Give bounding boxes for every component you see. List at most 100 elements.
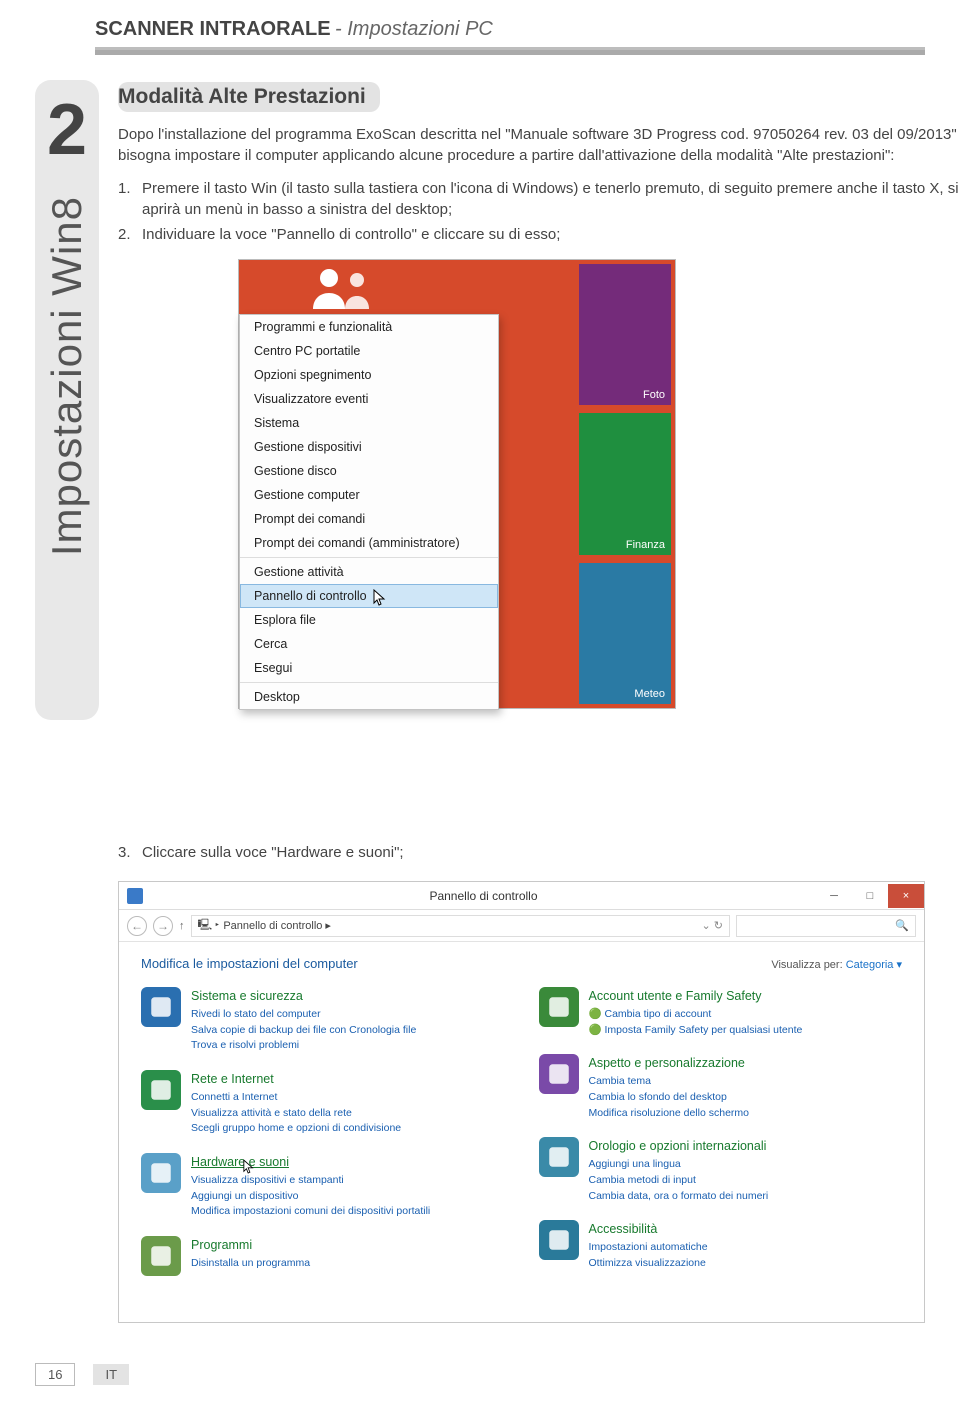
nav-up-icon[interactable]: ↑ [179, 920, 185, 932]
cp-category-title[interactable]: Orologio e opzioni internazionali [589, 1137, 769, 1156]
sidebar-tab: 2 Impostazioni Win8 [35, 80, 99, 720]
people-icon [299, 264, 389, 314]
cp-category-title[interactable]: Programmi [191, 1236, 310, 1255]
step-list-12: 1.Premere il tasto Win (il tasto sulla t… [118, 178, 960, 245]
cp-category: Rete e InternetConnetti a InternetVisual… [141, 1070, 505, 1137]
menu-gestione-disco[interactable]: Gestione disco [240, 459, 498, 483]
cp-right-column: Account utente e Family Safety🟢 Cambia t… [539, 987, 903, 1292]
tile-foto[interactable]: Foto [579, 264, 671, 405]
menu-programmi[interactable]: Programmi e funzionalità [240, 315, 498, 339]
tile-meteo[interactable]: Meteo [579, 563, 671, 704]
header-subtitle: - Impostazioni PC [335, 18, 493, 40]
control-panel-window: Pannello di controllo ─ □ × ← → ↑ 🖳 ▸Pan… [118, 881, 925, 1323]
maximize-button[interactable]: □ [852, 884, 888, 908]
cp-category-sublink[interactable]: Aggiungi un dispositivo [191, 1189, 430, 1205]
menu-desktop[interactable]: Desktop [240, 685, 498, 709]
menu-centro-pc[interactable]: Centro PC portatile [240, 339, 498, 363]
menu-prompt-comandi[interactable]: Prompt dei comandi [240, 507, 498, 531]
cp-category-sublink[interactable]: Aggiungi una lingua [589, 1157, 769, 1173]
cp-category-sublink[interactable]: Cambia metodi di input [589, 1173, 769, 1189]
cp-category-sublink[interactable]: Modifica impostazioni comuni dei disposi… [191, 1204, 430, 1220]
cp-category-sublink[interactable]: Salva copie di backup dei file con Crono… [191, 1023, 416, 1039]
cp-category-icon [539, 1137, 579, 1177]
main-content: Modalità Alte Prestazioni Dopo l'install… [118, 82, 960, 709]
menu-esegui[interactable]: Esegui [240, 656, 498, 680]
menu-sistema[interactable]: Sistema [240, 411, 498, 435]
menu-pannello-controllo-highlight[interactable]: Pannello di controllo [240, 584, 498, 608]
page-header: SCANNER INTRAORALE - Impostazioni PC [95, 18, 925, 55]
step-2: 2.Individuare la voce "Pannello di contr… [118, 224, 960, 245]
cp-body-title: Modifica le impostazioni del computer [141, 956, 358, 971]
cp-category-sublink[interactable]: 🟢 Imposta Family Safety per qualsiasi ut… [589, 1023, 803, 1039]
cp-category-icon [141, 1236, 181, 1276]
cp-category-title[interactable]: Sistema e sicurezza [191, 987, 416, 1006]
screenshot-winx-menu: Foto Finanza Meteo Programmi e funzional… [238, 259, 676, 709]
minimize-button[interactable]: ─ [816, 884, 852, 908]
cp-category-sublink[interactable]: Disinstalla un programma [191, 1256, 310, 1272]
menu-separator-1 [240, 557, 498, 558]
cp-category-icon [141, 1153, 181, 1193]
cp-category-icon [539, 987, 579, 1027]
cp-category-title[interactable]: Aspetto e personalizzazione [589, 1054, 750, 1073]
header-rule [95, 47, 925, 55]
cp-category-sublink[interactable]: Rivedi lo stato del computer [191, 1007, 416, 1023]
menu-gestione-dispositivi[interactable]: Gestione dispositivi [240, 435, 498, 459]
cp-category-sublink[interactable]: Connetti a Internet [191, 1090, 401, 1106]
cp-body-header: Modifica le impostazioni del computer Vi… [141, 956, 902, 971]
search-icon: 🔍 [895, 919, 909, 932]
menu-opzioni-spegnimento[interactable]: Opzioni spegnimento [240, 363, 498, 387]
tile-column: Foto Finanza Meteo [575, 260, 675, 708]
cp-category: ProgrammiDisinstalla un programma [141, 1236, 505, 1276]
cp-category-sublink[interactable]: Trova e risolvi problemi [191, 1038, 416, 1054]
cp-search-input[interactable]: 🔍 [736, 915, 916, 937]
cp-category-sublink[interactable]: Visualizza dispositivi e stampanti [191, 1173, 430, 1189]
cp-category-title[interactable]: Hardware e suoni [191, 1153, 430, 1172]
window-buttons: ─ □ × [816, 884, 924, 908]
cp-category-sublink[interactable]: Impostazioni automatiche [589, 1240, 708, 1256]
cp-columns: Sistema e sicurezzaRivedi lo stato del c… [141, 987, 902, 1292]
cp-category-title[interactable]: Rete e Internet [191, 1070, 401, 1089]
cp-category-sublink[interactable]: 🟢 Cambia tipo di account [589, 1007, 803, 1023]
step-list-3: 3.Cliccare sulla voce "Hardware e suoni"… [118, 842, 925, 863]
cp-category-sublink[interactable]: Cambia data, ora o formato dei numeri [589, 1189, 769, 1205]
menu-prompt-admin[interactable]: Prompt dei comandi (amministratore) [240, 531, 498, 555]
page-number: 16 [35, 1363, 75, 1386]
cp-category: Orologio e opzioni internazionaliAggiung… [539, 1137, 903, 1204]
chapter-number: 2 [47, 94, 87, 166]
cursor-icon [243, 1159, 255, 1175]
menu-cerca[interactable]: Cerca [240, 632, 498, 656]
cp-category: Hardware e suoniVisualizza dispositivi e… [141, 1153, 505, 1220]
close-button[interactable]: × [888, 884, 924, 908]
step-3-block: 3.Cliccare sulla voce "Hardware e suoni"… [118, 842, 925, 1323]
cp-category-sublink[interactable]: Scegli gruppo home e opzioni di condivis… [191, 1121, 401, 1137]
cp-category-sublink[interactable]: Ottimizza visualizzazione [589, 1256, 708, 1272]
winx-context-menu: Programmi e funzionalità Centro PC porta… [239, 314, 499, 710]
cp-body: Modifica le impostazioni del computer Vi… [119, 942, 924, 1322]
cp-category-sublink[interactable]: Cambia lo sfondo del desktop [589, 1090, 750, 1106]
menu-gestione-computer[interactable]: Gestione computer [240, 483, 498, 507]
cp-category-title[interactable]: Account utente e Family Safety [589, 987, 803, 1006]
breadcrumb-box[interactable]: 🖳 ▸Pannello di controllo ▸ ⌄ ↻ [191, 915, 731, 937]
menu-separator-2 [240, 682, 498, 683]
cp-category: Account utente e Family Safety🟢 Cambia t… [539, 987, 903, 1038]
cp-category-sublink[interactable]: Modifica risoluzione dello schermo [589, 1106, 750, 1122]
cp-category-icon [141, 1070, 181, 1110]
menu-gestione-attivita[interactable]: Gestione attività [240, 560, 498, 584]
menu-visualizzatore-eventi[interactable]: Visualizzatore eventi [240, 387, 498, 411]
nav-forward-button[interactable]: → [153, 916, 173, 936]
step-3: 3.Cliccare sulla voce "Hardware e suoni"… [118, 842, 925, 863]
cp-category: Aspetto e personalizzazioneCambia temaCa… [539, 1054, 903, 1121]
cp-view-selector[interactable]: Visualizza per: Categoria ▾ [771, 958, 902, 971]
cp-category: AccessibilitàImpostazioni automaticheOtt… [539, 1220, 903, 1271]
section-heading: Modalità Alte Prestazioni [118, 82, 380, 112]
menu-esplora-file[interactable]: Esplora file [240, 608, 498, 632]
nav-back-button[interactable]: ← [127, 916, 147, 936]
cp-category-sublink[interactable]: Cambia tema [589, 1074, 750, 1090]
page-language: IT [93, 1364, 129, 1385]
cp-category-icon [141, 987, 181, 1027]
chapter-label: Impostazioni Win8 [43, 196, 91, 556]
cp-category-sublink[interactable]: Visualizza attività e stato della rete [191, 1106, 401, 1122]
tile-finanza[interactable]: Finanza [579, 413, 671, 554]
cp-view-value[interactable]: Categoria ▾ [846, 959, 902, 971]
cp-category-title[interactable]: Accessibilità [589, 1220, 708, 1239]
